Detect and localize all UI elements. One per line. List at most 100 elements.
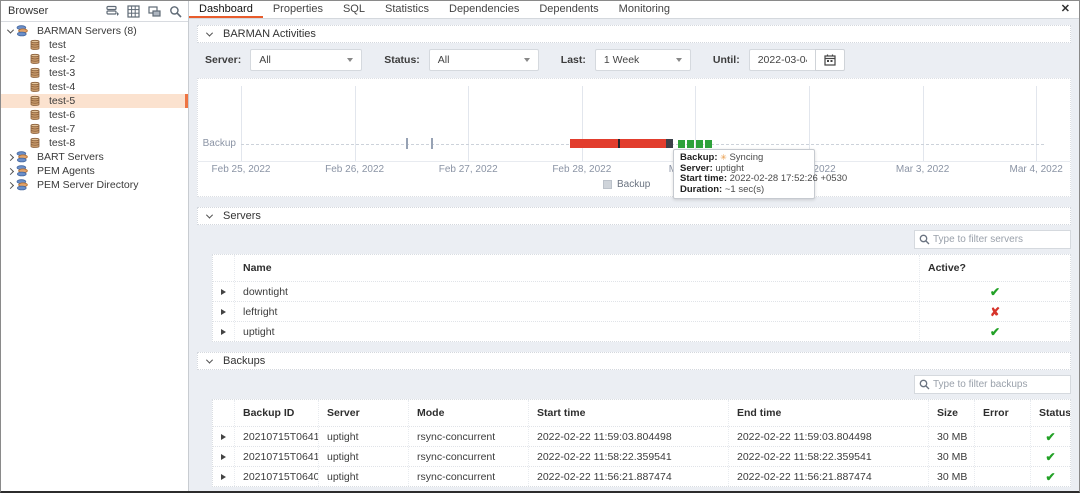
table-row[interactable]: uptight✔ [213,321,1070,341]
tree-item-barman-servers-8-[interactable]: BARMAN Servers (8) [1,24,188,38]
status-cell: ✔ [1031,467,1070,486]
x-axis-label: Feb 25, 2022 [204,164,278,175]
tree-item-test-2[interactable]: test-2 [1,52,188,66]
backup-marker[interactable] [406,138,408,149]
backup-end-cap-bar[interactable] [666,139,673,148]
tree-item-test-5[interactable]: test-5 [1,94,188,108]
search-icon [919,379,930,390]
error-cell [975,467,1031,486]
section-header-backups[interactable]: Backups [197,352,1071,370]
size-cell: 30 MB [929,467,975,486]
tree-item-test-8[interactable]: test-8 [1,136,188,150]
table-row[interactable]: 20210715T064106uptightrsync-concurrent20… [213,446,1070,466]
panels-icon[interactable] [145,3,163,19]
backups-filter-input[interactable] [933,379,1066,390]
search-icon[interactable] [166,3,184,19]
table-row[interactable]: 20210715T064008uptightrsync-concurrent20… [213,466,1070,486]
error-cell [975,447,1031,466]
tree-item-test-4[interactable]: test-4 [1,80,188,94]
column-header-size: Size [929,400,975,426]
grid-icon[interactable] [124,3,142,19]
tab-sql[interactable]: SQL [333,1,375,18]
active-status-cell: ✘ [920,302,1070,321]
browser-header: Browser [1,1,188,22]
tab-properties[interactable]: Properties [263,1,333,18]
section-header-servers[interactable]: Servers [197,207,1071,225]
tab-dependents[interactable]: Dependents [529,1,608,18]
backup-syncing-dash[interactable] [678,140,685,148]
chevron-right-icon[interactable] [5,169,16,174]
server-name-cell: leftright [235,302,920,321]
column-header-end-time: End time [729,400,929,426]
servers-filter-input[interactable] [933,234,1066,245]
last-filter-select[interactable]: 1 Week [595,49,691,71]
backup-syncing-dash[interactable] [696,140,703,148]
server-group-icon [16,179,29,191]
tab-statistics[interactable]: Statistics [375,1,439,18]
calendar-icon [824,54,836,66]
backup-syncing-dash[interactable] [705,140,712,148]
backup-id-cell: 20210715T064112 [235,427,319,446]
expand-arrow-icon [221,309,226,315]
column-header-backup-id: Backup ID [235,400,319,426]
close-icon[interactable]: ✕ [1061,2,1070,15]
tree-item-test-6[interactable]: test-6 [1,108,188,122]
until-date-input[interactable] [749,49,815,71]
row-expander[interactable] [213,447,235,466]
column-header-start-time: Start time [529,400,729,426]
row-expander[interactable] [213,427,235,446]
table-header-row: NameActive? [213,255,1070,281]
last-filter-value: 1 Week [604,54,639,66]
status-cell: ✔ [1031,447,1070,466]
row-expander[interactable] [213,322,235,341]
tab-monitoring[interactable]: Monitoring [609,1,680,18]
status-filter-select[interactable]: All [429,49,539,71]
active-status-cell: ✔ [920,282,1070,301]
row-expander[interactable] [213,302,235,321]
start-time-cell: 2022-02-22 11:58:22.359541 [529,447,729,466]
backup-syncing-dash[interactable] [687,140,694,148]
calendar-button[interactable] [815,49,845,71]
row-expander[interactable] [213,282,235,301]
expander-column-header [213,255,235,281]
server-filter-select[interactable]: All [250,49,362,71]
section-header-barman-activities[interactable]: BARMAN Activities [197,25,1071,43]
column-header-active: Active? [920,255,1070,281]
tree-item-pem-agents[interactable]: PEM Agents [1,164,188,178]
tab-dependencies[interactable]: Dependencies [439,1,529,18]
end-time-cell: 2022-02-22 11:58:22.359541 [729,447,929,466]
column-header-name: Name [235,255,920,281]
status-filter-label: Status: [384,54,420,66]
legend-swatch [603,180,612,189]
active-status-cell: ✔ [920,322,1070,341]
chevron-down-icon[interactable] [5,29,16,34]
row-label-backup: Backup [198,138,236,149]
row-expander[interactable] [213,467,235,486]
table-row[interactable]: leftright✘ [213,301,1070,321]
table-row[interactable]: 20210715T064112uptightrsync-concurrent20… [213,426,1070,446]
chevron-right-icon[interactable] [5,183,16,188]
x-axis-line [198,161,1070,162]
tab-dashboard[interactable]: Dashboard [189,1,263,18]
browser-title: Browser [8,5,48,17]
servers-search-box [914,230,1071,249]
tree-item-pem-server-directory[interactable]: PEM Server Directory [1,178,188,192]
gridline [468,86,469,161]
tree-item-test-7[interactable]: test-7 [1,122,188,136]
backup-marker[interactable] [431,138,433,149]
server-name-cell: downtight [235,282,920,301]
servers-icon[interactable] [103,3,121,19]
status-filter-value: All [438,54,450,66]
browser-toolbar [103,3,184,19]
tree-item-test-3[interactable]: test-3 [1,66,188,80]
tree-item-test[interactable]: test [1,38,188,52]
end-time-cell: 2022-02-22 11:56:21.887474 [729,467,929,486]
tree-item-bart-servers[interactable]: BART Servers [1,150,188,164]
tree-item-label: test [49,39,66,51]
table-row[interactable]: downtight✔ [213,281,1070,301]
backups-search-box [914,375,1071,394]
database-icon [29,95,41,107]
server-cell: uptight [319,447,409,466]
legend-label: Backup [617,179,650,190]
chevron-right-icon[interactable] [5,155,16,160]
